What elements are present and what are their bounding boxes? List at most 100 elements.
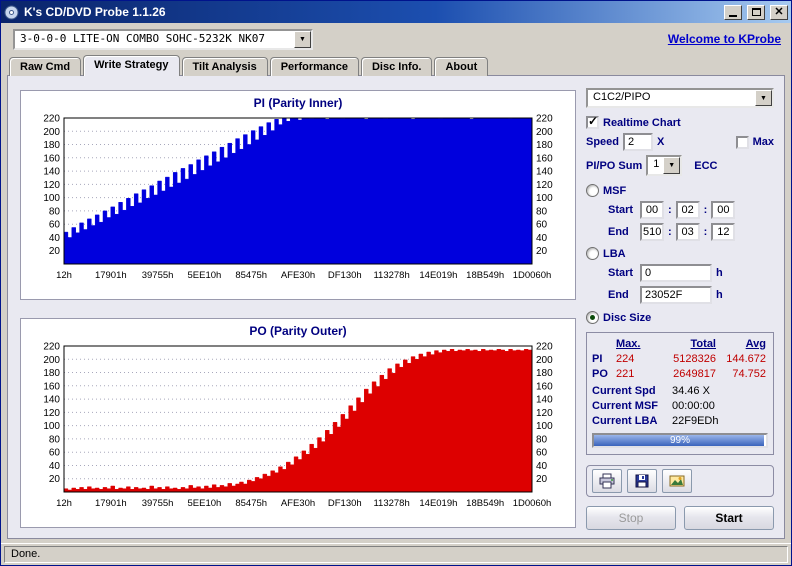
app-window: K's CD/DVD Probe 1.1.26 ✕ 3-0-0-0 LITE-O…: [0, 0, 792, 566]
svg-text:DF130h: DF130h: [328, 498, 362, 509]
tab-write-strategy[interactable]: Write Strategy: [83, 55, 180, 76]
lba-end-unit-label: h: [716, 289, 723, 301]
lba-radio[interactable]: [586, 247, 599, 260]
chevron-down-icon[interactable]: ▼: [294, 30, 311, 48]
chevron-down-icon[interactable]: ▼: [755, 90, 772, 106]
svg-text:20: 20: [536, 474, 548, 485]
window-title: K's CD/DVD Probe 1.1.26: [24, 5, 166, 19]
svg-text:40: 40: [536, 461, 548, 472]
msf-start-min-input[interactable]: [640, 201, 664, 219]
svg-text:18B549h: 18B549h: [466, 498, 504, 509]
current-msf-label: Current MSF: [592, 400, 658, 412]
print-button[interactable]: [592, 469, 622, 493]
svg-text:120: 120: [43, 408, 60, 419]
svg-text:160: 160: [536, 153, 553, 164]
current-spd-label: Current Spd: [592, 385, 656, 397]
colon-separator: :: [703, 204, 708, 216]
max-speed-checkbox[interactable]: [735, 135, 749, 149]
msf-end-frame-input[interactable]: [711, 223, 736, 241]
svg-text:140: 140: [43, 395, 60, 406]
svg-text:39755h: 39755h: [142, 270, 174, 281]
svg-text:220: 220: [43, 114, 60, 125]
tab-disc-info[interactable]: Disc Info.: [360, 57, 433, 76]
svg-text:60: 60: [536, 448, 548, 459]
lba-end-label: End: [608, 289, 629, 301]
svg-text:160: 160: [536, 381, 553, 392]
stats-box: Max. Total Avg PI 224 5128326 144.672 PO…: [586, 332, 774, 455]
svg-text:85475h: 85475h: [235, 498, 267, 509]
control-panel: C1C2/PIPO ▼ Realtime Chart Speed X Max P…: [586, 86, 776, 530]
current-lba-value: 22F9EDh: [672, 415, 719, 427]
svg-text:120: 120: [43, 180, 60, 191]
ecc-label: ECC: [694, 159, 718, 172]
svg-text:120: 120: [536, 180, 553, 191]
svg-text:200: 200: [43, 355, 60, 366]
colon-separator: :: [668, 204, 672, 216]
realtime-chart-checkbox[interactable]: [586, 114, 599, 129]
lba-label: LBA: [603, 247, 626, 260]
svg-text:180: 180: [536, 368, 553, 379]
msf-start-frame-input[interactable]: [711, 201, 736, 219]
svg-text:200: 200: [536, 127, 553, 138]
stats-header-avg: Avg: [745, 338, 766, 350]
po-chart-box: PO (Parity Outer) 220 220 200 200 180 180 160 1…: [20, 318, 576, 528]
svg-text:17901h: 17901h: [95, 270, 127, 281]
close-icon: ✕: [774, 5, 784, 18]
drive-select[interactable]: 3-0-0-0 LITE-ON COMBO SOHC-5232K NK07 ▼: [13, 28, 313, 50]
po-row-label: PO: [592, 368, 608, 380]
msf-end-sec-input[interactable]: [675, 223, 700, 241]
svg-text:220: 220: [43, 342, 60, 353]
drive-select-value: 3-0-0-0 LITE-ON COMBO SOHC-5232K NK07: [20, 31, 266, 45]
pi-chart-box: PI (Parity Inner) 220 220 200 200 180 180 160 1…: [20, 90, 576, 300]
svg-text:80: 80: [536, 434, 548, 445]
pipo-sum-select[interactable]: 1 ▼: [646, 155, 683, 176]
stop-button[interactable]: Stop: [586, 506, 676, 530]
msf-end-min-input[interactable]: [640, 223, 664, 241]
save-chart-image-button[interactable]: [662, 469, 692, 493]
msf-radio[interactable]: [586, 184, 599, 197]
start-button[interactable]: Start: [684, 506, 774, 530]
speed-input[interactable]: [623, 133, 654, 151]
svg-text:100: 100: [43, 193, 60, 204]
svg-text:180: 180: [536, 140, 553, 151]
svg-text:140: 140: [536, 395, 553, 406]
disc-size-radio[interactable]: [586, 311, 599, 324]
lba-start-input[interactable]: [640, 264, 712, 282]
po-chart: 220 220 200 200 180 180 160 160 140 140 120 120 100 1…: [22, 340, 574, 519]
po-avg-value: 74.752: [732, 368, 766, 380]
tab-about[interactable]: About: [434, 57, 489, 76]
minimize-icon: [729, 15, 737, 17]
colon-separator: :: [703, 226, 708, 238]
save-button[interactable]: [627, 469, 657, 493]
svg-text:100: 100: [43, 421, 60, 432]
tab-raw-cmd[interactable]: Raw Cmd: [9, 57, 82, 76]
svg-text:80: 80: [536, 206, 548, 217]
save-icon: [635, 474, 649, 488]
chevron-down-icon[interactable]: ▼: [663, 157, 681, 174]
svg-text:80: 80: [49, 434, 61, 445]
svg-text:12h: 12h: [56, 498, 72, 509]
progress-bar: 99%: [592, 433, 768, 448]
svg-text:180: 180: [43, 368, 60, 379]
chart-actions-group: [586, 465, 774, 497]
lba-end-input[interactable]: [640, 286, 712, 304]
svg-text:85475h: 85475h: [235, 270, 267, 281]
toolbar: 3-0-0-0 LITE-ON COMBO SOHC-5232K NK07 ▼ …: [1, 23, 791, 55]
tab-strip: Raw Cmd Write Strategy Tilt Analysis Per…: [1, 55, 791, 76]
tab-performance[interactable]: Performance: [269, 57, 359, 76]
maximize-button[interactable]: [747, 4, 765, 20]
welcome-link[interactable]: Welcome to KProbe: [668, 32, 781, 46]
minimize-button[interactable]: [724, 4, 742, 20]
mode-select[interactable]: C1C2/PIPO ▼: [586, 88, 774, 108]
charts-column: PI (Parity Inner) 220 220 200 200 180 180 160 1…: [18, 86, 578, 530]
close-button[interactable]: ✕: [770, 4, 788, 20]
colon-separator: :: [668, 226, 672, 238]
pipo-sum-value: 1: [653, 158, 660, 170]
svg-text:113278h: 113278h: [373, 270, 409, 281]
tab-tilt-analysis[interactable]: Tilt Analysis: [181, 57, 268, 76]
pi-max-value: 224: [616, 353, 635, 365]
svg-text:180: 180: [43, 140, 60, 151]
svg-text:20: 20: [49, 474, 61, 485]
msf-start-sec-input[interactable]: [675, 201, 700, 219]
lba-start-unit-label: h: [716, 267, 723, 279]
